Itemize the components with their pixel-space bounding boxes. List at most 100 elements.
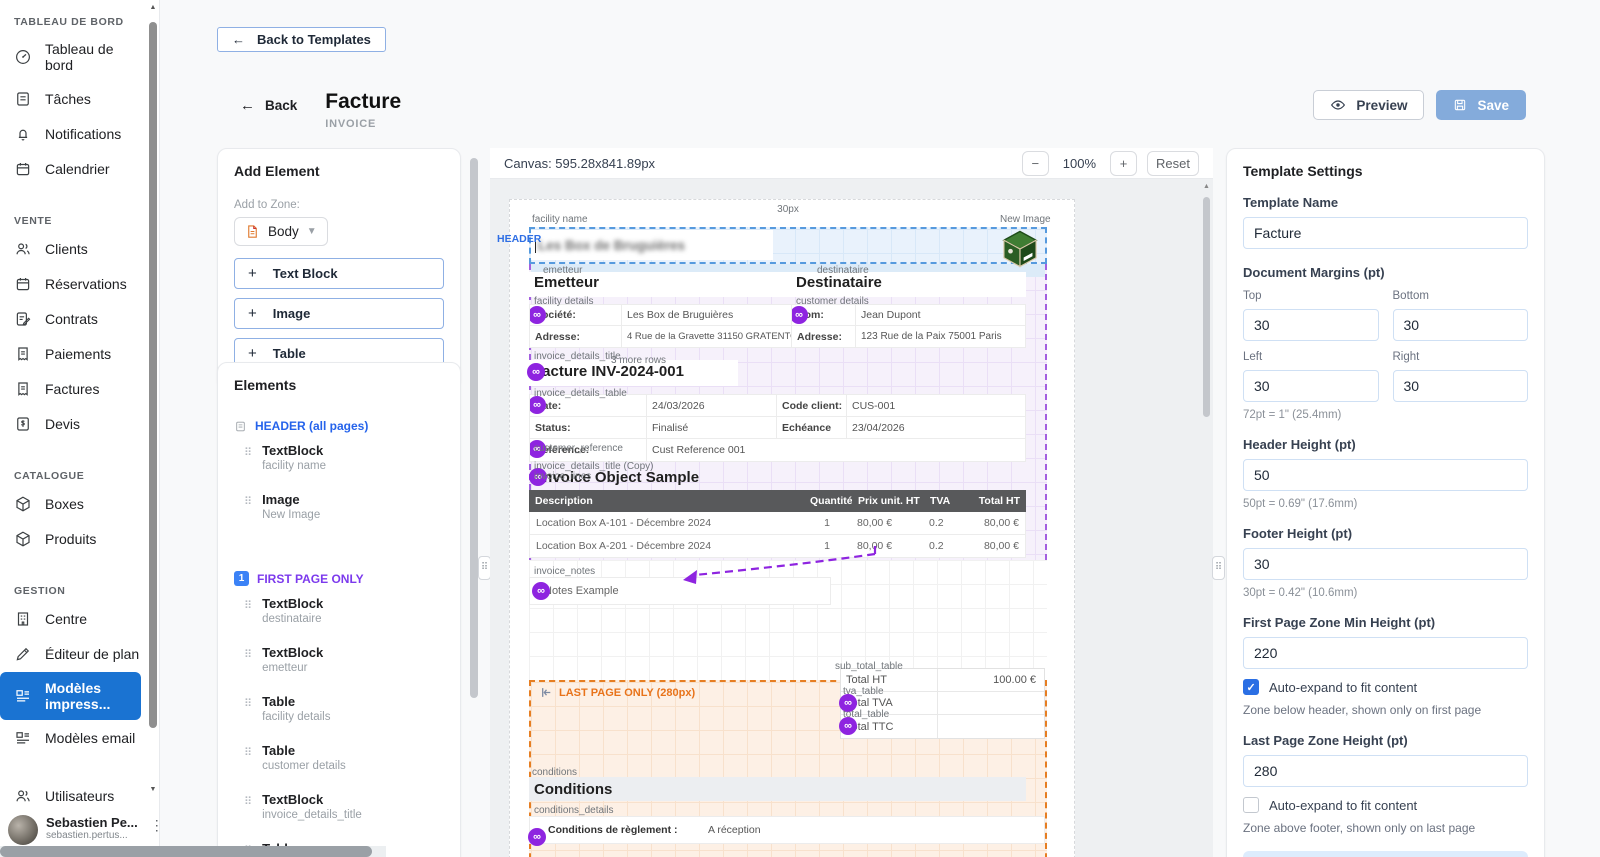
scrollbar-thumb[interactable] bbox=[0, 846, 372, 857]
sidebar-item-label: Devis bbox=[45, 416, 80, 432]
customer-details-table[interactable]: ∞Nom: Jean Dupont Adresse: 123 Rue de la… bbox=[791, 304, 1026, 348]
element-item-facility-details[interactable]: ⠿ Tablefacility details bbox=[234, 684, 444, 733]
margin-left-input[interactable] bbox=[1243, 370, 1379, 402]
sidebar-item-modeles-impression[interactable]: Modèles impress... bbox=[0, 672, 141, 720]
zoom-reset-button[interactable]: Reset bbox=[1147, 151, 1199, 176]
cube-logo-icon[interactable] bbox=[1002, 230, 1038, 268]
sidebar-item-modeles-email[interactable]: Modèles email bbox=[0, 721, 141, 755]
margin-top-input[interactable] bbox=[1243, 309, 1379, 341]
scrollbar-thumb[interactable] bbox=[149, 22, 157, 728]
element-item-customer-details[interactable]: ⠿ Tablecustomer details bbox=[234, 733, 444, 782]
element-item-facility-name[interactable]: ⠿ TextBlockfacility name bbox=[234, 433, 444, 482]
element-item-emetteur[interactable]: ⠿ TextBlockemetteur bbox=[234, 635, 444, 684]
auto-expand-checkbox-last[interactable] bbox=[1243, 797, 1259, 813]
sidebar-item-contrats[interactable]: Contrats bbox=[0, 302, 141, 336]
canvas-viewport[interactable]: 30px facility name New Image HEADER Les … bbox=[490, 179, 1213, 857]
sidebar-item-taches[interactable]: Tâches bbox=[0, 82, 141, 116]
conditions-textblock[interactable]: Conditions bbox=[529, 777, 1026, 801]
element-name: TextBlock bbox=[262, 792, 362, 807]
cell: A réception bbox=[708, 824, 761, 836]
scroll-up-icon[interactable]: ▲ bbox=[148, 4, 158, 11]
sidebar-item-devis[interactable]: Devis bbox=[0, 407, 141, 441]
facility-details-table[interactable]: ∞Société: Les Box de Bruguières Adresse:… bbox=[529, 304, 811, 348]
scroll-down-icon[interactable]: ▼ bbox=[148, 786, 158, 793]
cell: 24/03/2026 bbox=[652, 400, 705, 412]
drag-handle-icon[interactable]: ⠿ bbox=[244, 697, 252, 710]
sidebar-item-centre[interactable]: Centre bbox=[0, 602, 141, 636]
zoom-out-button[interactable]: − bbox=[1022, 151, 1049, 176]
sidebar-item-produits[interactable]: Produits bbox=[0, 522, 141, 556]
tasks-icon bbox=[14, 90, 32, 108]
horizontal-scrollbar[interactable] bbox=[0, 846, 386, 857]
scroll-up-icon[interactable]: ▲ bbox=[1202, 183, 1211, 190]
drag-handle-icon[interactable]: ⠿ bbox=[244, 648, 252, 661]
sidebar-item-editeur-de-plan[interactable]: Éditeur de plan bbox=[0, 637, 141, 671]
sidebar-scrollbar[interactable]: ▲ ▼ bbox=[148, 2, 158, 855]
sidebar-item-clients[interactable]: Clients bbox=[0, 232, 141, 266]
user-profile[interactable]: Sebastien Pe... sebastien.pertus... ⋮ bbox=[8, 815, 154, 845]
save-button[interactable]: Save bbox=[1436, 90, 1526, 120]
zones-info-box: Header and footer appear on every page. … bbox=[1243, 851, 1528, 857]
template-page[interactable]: 30px facility name New Image HEADER Les … bbox=[509, 199, 1075, 857]
template-name-input[interactable] bbox=[1243, 217, 1528, 249]
scrollbar-thumb[interactable] bbox=[470, 158, 478, 698]
save-label: Save bbox=[1477, 98, 1509, 113]
drag-handle-icon[interactable]: ⠿ bbox=[244, 446, 252, 459]
sidebar-section-catalogue: CATALOGUE bbox=[0, 460, 159, 486]
zone-select[interactable]: Body ▼ bbox=[234, 217, 328, 246]
sidebar: TABLEAU DE BORD Tableau de bord Tâches N… bbox=[0, 0, 160, 857]
sidebar-item-label: Notifications bbox=[45, 126, 121, 142]
cell: Adresse: bbox=[535, 331, 580, 343]
footer-height-hint: 30pt = 0.42" (10.6mm) bbox=[1243, 587, 1528, 599]
element-item-invoice-details-title[interactable]: ⠿ TextBlockinvoice_details_title bbox=[234, 782, 444, 831]
header-height-input[interactable] bbox=[1243, 459, 1528, 491]
drag-handle-icon[interactable]: ⠿ bbox=[244, 795, 252, 808]
totals-table[interactable]: Total HT 100.00 € ∞Total TVA ∞Total TTC bbox=[840, 668, 1045, 739]
tools-scrollbar[interactable] bbox=[470, 150, 478, 845]
col-header: Quantité bbox=[804, 495, 852, 507]
facility-name-textblock[interactable]: Les Box de Bruguières bbox=[531, 230, 773, 260]
margin-right-label: Right bbox=[1393, 351, 1529, 363]
element-name: TextBlock bbox=[262, 596, 323, 611]
footer-height-input[interactable] bbox=[1243, 548, 1528, 580]
canvas-scrollbar[interactable]: ▲ bbox=[1202, 183, 1211, 853]
element-item-destinataire[interactable]: ⠿ TextBlockdestinataire bbox=[234, 586, 444, 635]
zone-connector-arrow bbox=[670, 542, 885, 584]
margin-bottom-input[interactable] bbox=[1393, 309, 1529, 341]
sidebar-item-paiements[interactable]: Paiements bbox=[0, 337, 141, 371]
sidebar-item-label: Factures bbox=[45, 381, 99, 397]
drag-handle-icon[interactable]: ⠿ bbox=[244, 599, 252, 612]
add-text-block-button[interactable]: +Text Block bbox=[234, 258, 444, 289]
add-image-button[interactable]: +Image bbox=[234, 298, 444, 329]
back-button[interactable]: ← Back bbox=[240, 97, 297, 114]
element-name: Table bbox=[262, 743, 346, 758]
sidebar-item-notifications[interactable]: Notifications bbox=[0, 117, 141, 151]
drag-handle-icon[interactable]: ⠿ bbox=[244, 495, 252, 508]
last-page-zone-input[interactable] bbox=[1243, 755, 1528, 787]
margin-right-input[interactable] bbox=[1393, 370, 1529, 402]
preview-button[interactable]: Preview bbox=[1313, 90, 1424, 120]
sidebar-item-utilisateurs[interactable]: Utilisateurs bbox=[0, 779, 141, 813]
panel-resize-handle-right[interactable]: ⠿ bbox=[1212, 556, 1225, 580]
page-header: ← Back Facture INVOICE bbox=[240, 90, 401, 130]
back-to-templates-button[interactable]: ← Back to Templates bbox=[217, 27, 386, 52]
drag-handle-icon[interactable]: ⠿ bbox=[244, 746, 252, 759]
sidebar-item-tableau-de-bord[interactable]: Tableau de bord bbox=[0, 33, 141, 81]
sidebar-item-reservations[interactable]: Réservations bbox=[0, 267, 141, 301]
sidebar-section-vente: VENTE bbox=[0, 205, 159, 231]
zoom-in-button[interactable]: + bbox=[1110, 151, 1137, 176]
cell: Echéance bbox=[782, 422, 831, 434]
first-page-zone-input[interactable] bbox=[1243, 637, 1528, 669]
elements-card: Elements HEADER (all pages) ⠿ TextBlockf… bbox=[217, 362, 461, 857]
sidebar-item-calendrier[interactable]: Calendrier bbox=[0, 152, 141, 186]
bell-icon bbox=[14, 125, 32, 143]
conditions-details-table[interactable]: ∞Conditions de règlement : A réception bbox=[529, 816, 1045, 844]
cell: Adresse: bbox=[797, 331, 842, 343]
sidebar-item-factures[interactable]: Factures bbox=[0, 372, 141, 406]
box-icon bbox=[14, 530, 32, 548]
element-item-new-image[interactable]: ⠿ ImageNew Image bbox=[234, 482, 444, 531]
cell: Finalisé bbox=[652, 422, 688, 434]
auto-expand-checkbox-first[interactable] bbox=[1243, 679, 1259, 695]
sidebar-item-boxes[interactable]: Boxes bbox=[0, 487, 141, 521]
scrollbar-thumb[interactable] bbox=[1203, 197, 1210, 417]
